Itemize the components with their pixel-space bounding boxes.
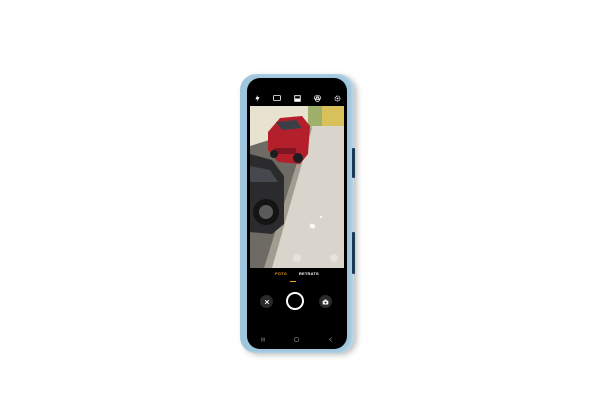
zoom-indicator-left	[293, 254, 301, 262]
side-button-lower	[352, 232, 355, 274]
filter-icon[interactable]	[313, 94, 321, 102]
switch-camera-button[interactable]	[319, 295, 332, 308]
back-icon[interactable]	[328, 329, 333, 347]
zoom-indicator-right	[330, 254, 338, 262]
shutter-button[interactable]	[286, 292, 304, 310]
system-nav-bar	[247, 334, 347, 342]
mode-tabs: FOTO RETRATS	[247, 271, 347, 281]
switch-camera-icon	[322, 299, 329, 304]
settings-icon[interactable]	[333, 94, 341, 102]
flash-icon[interactable]	[253, 94, 261, 102]
home-icon[interactable]	[294, 329, 299, 347]
recents-icon[interactable]	[261, 329, 265, 347]
shutter-row	[247, 290, 347, 316]
camera-top-toolbar	[247, 91, 347, 105]
close-button[interactable]	[260, 295, 273, 308]
phone-screen: FOTO RETRATS	[247, 78, 347, 349]
tab-retrats[interactable]: RETRATS	[299, 271, 319, 281]
viewfinder-scene	[250, 106, 344, 268]
litter-small	[320, 216, 322, 218]
tab-foto[interactable]: FOTO	[275, 271, 287, 281]
active-mode-indicator	[290, 281, 296, 282]
side-button-upper	[352, 148, 355, 178]
background-wall-green	[308, 106, 322, 128]
aspect-ratio-icon[interactable]	[273, 94, 281, 102]
close-icon	[264, 299, 269, 304]
camera-viewfinder[interactable]	[250, 106, 344, 268]
hdr-icon[interactable]	[293, 94, 301, 102]
